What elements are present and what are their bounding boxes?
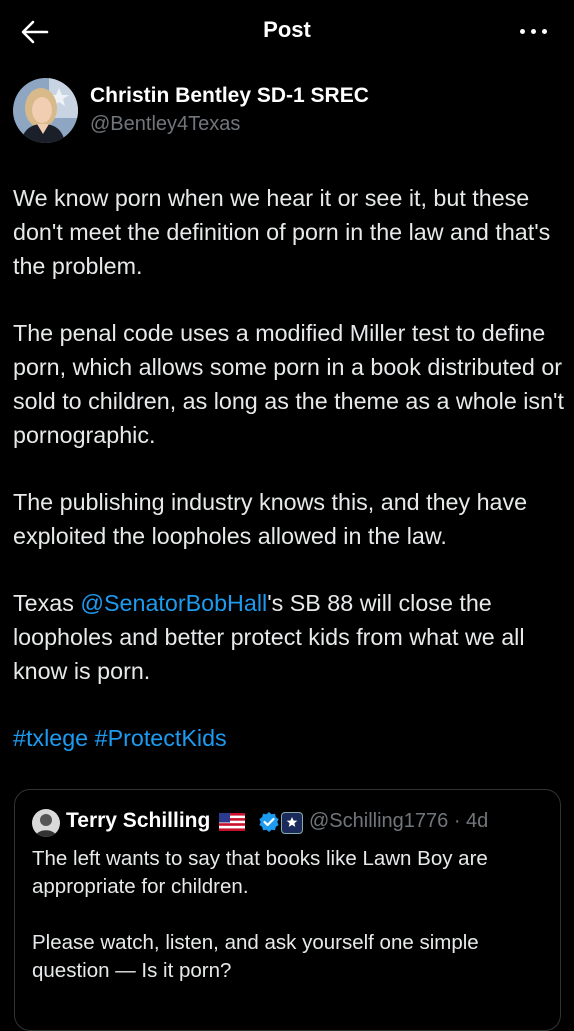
top-bar: Post	[0, 0, 574, 62]
author-handle[interactable]: @Bentley4Texas	[90, 113, 240, 136]
quoted-paragraph: The left wants to say that books like La…	[32, 847, 488, 898]
page-title: Post	[263, 17, 311, 42]
post-paragraph: We know porn when we hear it or see it, …	[13, 185, 551, 279]
post-text: We know porn when we hear it or see it, …	[13, 181, 565, 755]
hashtags: #txlege #ProtectKids	[13, 721, 565, 755]
quoted-avatar[interactable]	[32, 809, 60, 837]
avatar[interactable]	[13, 78, 78, 143]
quoted-author-name[interactable]: Terry Schilling	[66, 809, 210, 833]
more-options-icon[interactable]	[520, 18, 550, 44]
quoted-paragraph: Please watch, listen, and ask yourself o…	[32, 931, 479, 982]
post-author: Christin Bentley SD-1 SREC @Bentley4Texa…	[13, 78, 561, 148]
quoted-post-text: The left wants to say that books like La…	[32, 845, 542, 1013]
verified-badge-icon	[258, 811, 280, 833]
author-name[interactable]: Christin Bentley SD-1 SREC	[90, 84, 369, 108]
post-paragraph: The penal code uses a modified Miller te…	[13, 320, 564, 448]
post-paragraph: Texas @SenatorBobHall's SB 88 will close…	[13, 586, 565, 688]
text-segment: Texas	[13, 590, 81, 616]
affiliate-badge-icon[interactable]	[281, 812, 303, 834]
hashtag-link[interactable]: #ProtectKids	[95, 725, 227, 751]
quoted-post[interactable]: Terry Schilling @Schilling1776 · 4d The …	[14, 789, 561, 1031]
us-flag-icon	[219, 813, 245, 831]
mention-link[interactable]: @SenatorBobHall	[80, 590, 267, 616]
quoted-handle-time: @Schilling1776 · 4d	[309, 810, 489, 832]
post-paragraph: The publishing industry knows this, and …	[13, 489, 528, 549]
hashtag-link[interactable]: #txlege	[13, 725, 88, 751]
